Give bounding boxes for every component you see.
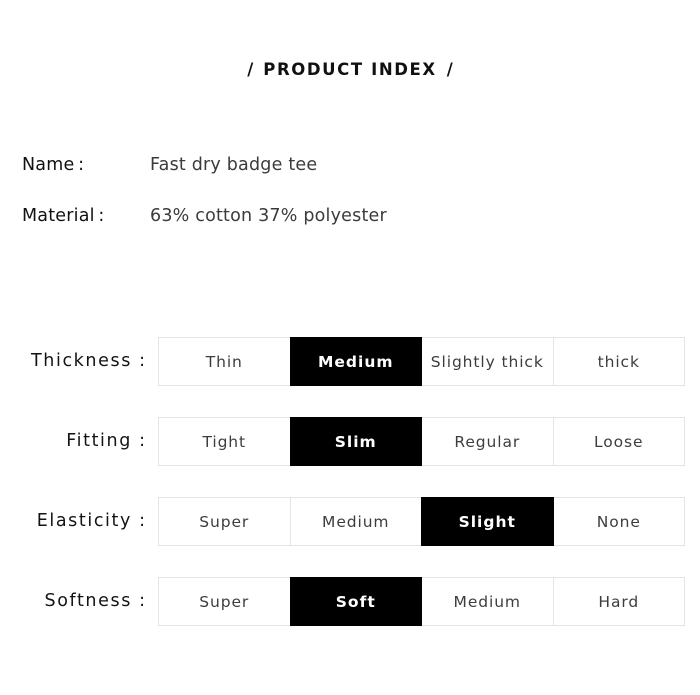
attribute-row-softness: Softness : Super Soft Medium Hard <box>0 577 700 657</box>
info-label-material: Material : <box>22 206 105 226</box>
option-elasticity-slight[interactable]: Slight <box>421 497 554 546</box>
attribute-label-fitting: Fitting : <box>0 417 145 466</box>
product-info-block: Name : Fast dry badge tee Material : 63%… <box>22 155 682 257</box>
info-label-name: Name : <box>22 155 85 175</box>
attribute-options-thickness: Thin Medium Slightly thick thick <box>158 337 685 386</box>
attribute-label-softness-colon: : <box>139 591 145 611</box>
attribute-options-fitting: Tight Slim Regular Loose <box>158 417 685 466</box>
attribute-label-thickness: Thickness : <box>0 337 145 386</box>
title-ornament-left-icon: / <box>247 60 254 79</box>
info-value-material: 63% cotton 37% polyester <box>150 206 387 226</box>
option-thickness-thin[interactable]: Thin <box>158 337 291 386</box>
attribute-row-elasticity: Elasticity : Super Medium Slight None <box>0 497 700 577</box>
option-fitting-regular[interactable]: Regular <box>421 417 554 466</box>
attribute-label-elasticity-colon: : <box>139 511 145 531</box>
option-thickness-medium[interactable]: Medium <box>289 337 422 386</box>
option-elasticity-medium[interactable]: Medium <box>289 497 422 546</box>
option-thickness-slightly-thick[interactable]: Slightly thick <box>421 337 554 386</box>
attribute-label-thickness-text: Thickness <box>31 351 132 371</box>
option-fitting-loose[interactable]: Loose <box>552 417 685 466</box>
option-softness-super[interactable]: Super <box>158 577 291 626</box>
option-elasticity-none[interactable]: None <box>552 497 685 546</box>
attribute-table: Thickness : Thin Medium Slightly thick t… <box>0 337 700 657</box>
attribute-label-softness: Softness : <box>0 577 145 626</box>
page-title-text: PRODUCT INDEX <box>263 60 437 79</box>
attribute-row-fitting: Fitting : Tight Slim Regular Loose <box>0 417 700 497</box>
info-row-name: Name : Fast dry badge tee <box>22 155 682 206</box>
attribute-options-softness: Super Soft Medium Hard <box>158 577 685 626</box>
attribute-label-fitting-colon: : <box>139 431 145 451</box>
option-softness-medium[interactable]: Medium <box>421 577 554 626</box>
page-title: / PRODUCT INDEX / <box>237 60 463 79</box>
attribute-label-fitting-text: Fitting <box>66 431 132 451</box>
title-ornament-right-icon: / <box>446 60 453 79</box>
option-elasticity-super[interactable]: Super <box>158 497 291 546</box>
attribute-label-elasticity: Elasticity : <box>0 497 145 546</box>
option-softness-soft[interactable]: Soft <box>289 577 422 626</box>
info-row-material: Material : 63% cotton 37% polyester <box>22 206 682 257</box>
attribute-label-elasticity-text: Elasticity <box>36 511 132 531</box>
attribute-row-thickness: Thickness : Thin Medium Slightly thick t… <box>0 337 700 417</box>
attribute-options-elasticity: Super Medium Slight None <box>158 497 685 546</box>
option-softness-hard[interactable]: Hard <box>552 577 685 626</box>
attribute-label-thickness-colon: : <box>139 351 145 371</box>
option-fitting-slim[interactable]: Slim <box>289 417 422 466</box>
option-fitting-tight[interactable]: Tight <box>158 417 291 466</box>
info-value-name: Fast dry badge tee <box>150 155 318 175</box>
option-thickness-thick[interactable]: thick <box>552 337 685 386</box>
page-title-container: / PRODUCT INDEX / <box>0 60 700 79</box>
attribute-label-softness-text: Softness <box>44 591 132 611</box>
